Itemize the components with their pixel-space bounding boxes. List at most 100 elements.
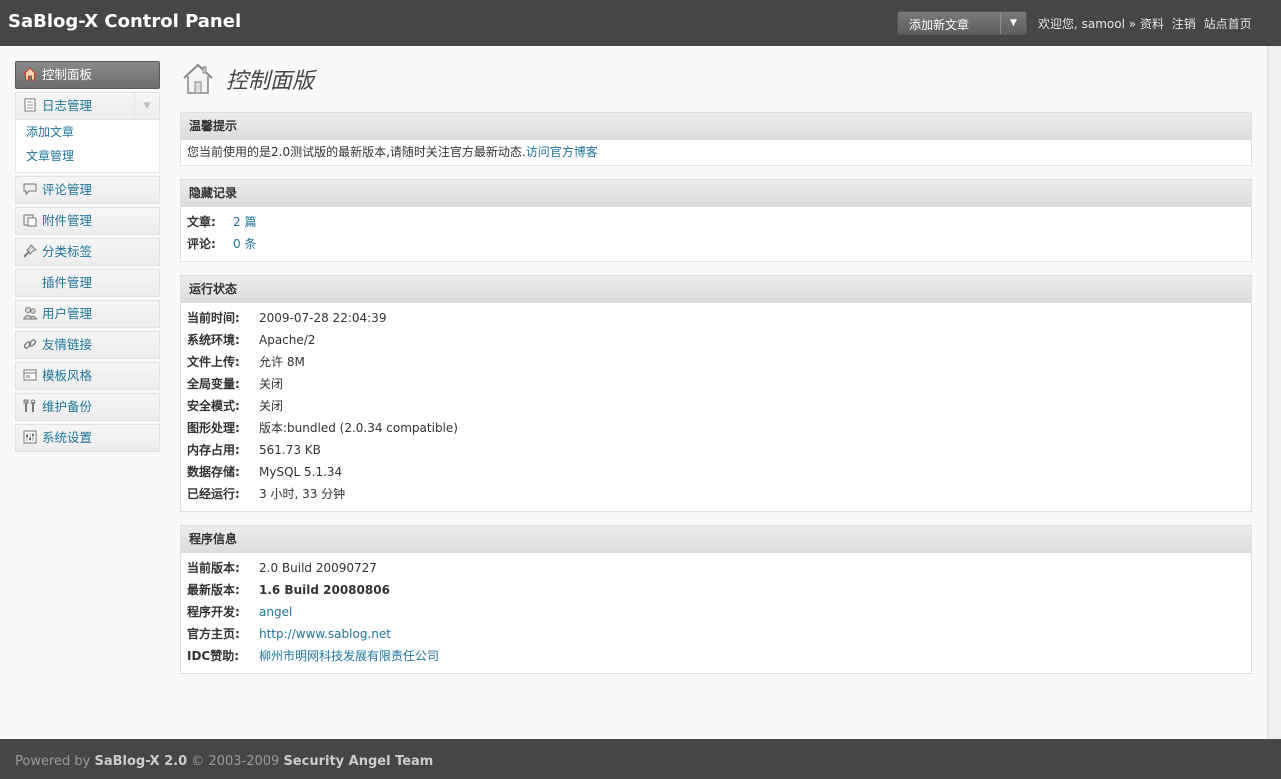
field-value: Apache/2: [259, 333, 316, 347]
logout-link[interactable]: 注销: [1172, 17, 1196, 31]
list-item: 安全模式: 关闭: [187, 395, 1245, 417]
header-bar: SaBlog-X Control Panel 添加新文章 ▼ 欢迎您, samo…: [0, 0, 1281, 46]
sidebar-item-categories[interactable]: 分类标签: [15, 238, 160, 266]
list-item: 数据存储: MySQL 5.1.34: [187, 461, 1245, 483]
developer-link[interactable]: angel: [259, 605, 292, 619]
program-info-body: 当前版本: 2.0 Build 20090727 最新版本: 1.6 Build 2…: [181, 553, 1251, 673]
field-value: 3 小时, 33 分钟: [259, 487, 346, 501]
runtime-status-panel: 运行状态 当前时间: 2009-07-28 22:04:39 系统环境: Apach…: [180, 275, 1252, 512]
site-home-link[interactable]: 站点首页: [1204, 17, 1252, 31]
settings-icon: [22, 428, 38, 444]
homepage-link[interactable]: http://www.sablog.net: [259, 627, 391, 641]
list-item: 内存占用: 561.73 KB: [187, 439, 1245, 461]
footer: Powered by SaBlog-X 2.0 © 2003-2009 Secu…: [0, 739, 1281, 779]
notice-panel: 温馨提示 您当前使用的是2.0测试版的最新版本,请随时关注官方最新动态.访问官方…: [180, 112, 1252, 166]
field-label: IDC赞助:: [187, 649, 240, 663]
sidebar-item-label: 系统设置: [42, 430, 93, 445]
attachment-icon: [22, 211, 38, 227]
sidebar-item-label: 维护备份: [42, 399, 93, 414]
notice-body: 您当前使用的是2.0测试版的最新版本,请随时关注官方最新动态.访问官方博客: [181, 140, 1251, 165]
posts-submenu: 添加文章 文章管理: [15, 120, 160, 173]
panel-title: 运行状态: [181, 276, 1251, 303]
pin-icon: [22, 242, 38, 258]
link-icon: [22, 335, 38, 351]
quick-action-button[interactable]: 添加新文章: [909, 16, 969, 33]
list-item: 文件上传: 允许 8M: [187, 351, 1245, 373]
hidden-records-panel: 隐藏记录 文章: 2 篇 评论: 0 条: [180, 179, 1252, 262]
list-item: 全局变量: 关闭: [187, 373, 1245, 395]
field-label: 安全模式:: [187, 399, 240, 413]
field-label: 图形处理:: [187, 421, 240, 435]
vertical-scrollbar[interactable]: [1267, 46, 1281, 739]
sidebar-item-posts[interactable]: 日志管理 ▼: [15, 92, 160, 120]
sidebar-item-label: 模板风格: [42, 368, 93, 383]
field-label: 当前时间:: [187, 311, 240, 325]
sidebar-item-label: 控制面板: [42, 67, 93, 82]
field-value: 561.73 KB: [259, 443, 321, 457]
sidebar-item-label: 用户管理: [42, 306, 93, 321]
posts-icon: [22, 96, 38, 112]
sidebar-item-users[interactable]: 用户管理: [15, 300, 160, 328]
field-value: 关闭: [259, 399, 284, 413]
field-label: 程序开发:: [187, 605, 240, 619]
list-item: 最新版本: 1.6 Build 20080806: [187, 579, 1245, 601]
program-info-panel: 程序信息 当前版本: 2.0 Build 20090727 最新版本: 1.6 Bu…: [180, 525, 1252, 674]
submenu-add-post[interactable]: 添加文章: [16, 122, 159, 146]
footer-team: Security Angel Team: [283, 754, 434, 769]
field-label: 内存占用:: [187, 443, 240, 457]
list-item: 已经运行: 3 小时, 33 分钟: [187, 483, 1245, 505]
page-title: 控制面版: [226, 69, 315, 94]
sidebar-item-templates[interactable]: 模板风格: [15, 362, 160, 390]
sidebar-item-plugins[interactable]: 插件管理: [15, 269, 160, 297]
house-icon: [180, 61, 216, 97]
users-icon: [22, 304, 38, 320]
app-title: SaBlog-X Control Panel: [8, 11, 242, 32]
sidebar-item-comments[interactable]: 评论管理: [15, 176, 160, 204]
tools-icon: [22, 397, 38, 413]
home-icon: [22, 65, 38, 81]
field-label: 已经运行:: [187, 487, 240, 501]
sidebar-item-maintenance[interactable]: 维护备份: [15, 393, 160, 421]
field-value: 1.6 Build 20080806: [259, 583, 390, 597]
sidebar-item-label: 附件管理: [42, 213, 93, 228]
comments-count-link[interactable]: 0 条: [233, 237, 256, 251]
hidden-records-body: 文章: 2 篇 评论: 0 条: [181, 207, 1251, 261]
sponsor-link[interactable]: 柳州市明网科技发展有限责任公司: [259, 649, 439, 663]
field-value: 版本:bundled (2.0.34 compatible): [259, 421, 458, 435]
profile-link[interactable]: 资料: [1140, 17, 1164, 31]
sidebar-item-links[interactable]: 友情链接: [15, 331, 160, 359]
comment-icon: [22, 180, 38, 196]
sidebar-item-dashboard[interactable]: 控制面板: [15, 61, 160, 89]
panel-title: 隐藏记录: [181, 180, 1251, 207]
sidebar: 控制面板 日志管理 ▼ 添加文章 文章管理 评论管理 附件管理 分类标签 插件管…: [15, 61, 160, 452]
official-blog-link[interactable]: 访问官方博客: [526, 145, 598, 159]
list-item: 文章: 2 篇: [187, 211, 1245, 233]
list-item: IDC赞助: 柳州市明网科技发展有限责任公司: [187, 645, 1245, 667]
page-header: 控制面版: [180, 61, 1252, 99]
notice-text: 您当前使用的是2.0测试版的最新版本,请随时关注官方最新动态.: [187, 145, 526, 159]
sidebar-item-label: 插件管理: [42, 275, 93, 290]
field-value: 允许 8M: [259, 355, 305, 369]
chevron-down-icon[interactable]: ▼: [1000, 12, 1026, 34]
field-value: 2009-07-28 22:04:39: [259, 311, 387, 325]
sidebar-item-label: 分类标签: [42, 244, 93, 259]
field-value: 2.0 Build 20090727: [259, 561, 377, 575]
field-label: 官方主页:: [187, 627, 240, 641]
submenu-manage-posts[interactable]: 文章管理: [16, 146, 159, 170]
field-label: 数据存储:: [187, 465, 240, 479]
posts-count-link[interactable]: 2 篇: [233, 215, 256, 229]
field-label: 评论:: [187, 237, 216, 251]
field-label: 最新版本:: [187, 583, 240, 597]
field-label: 全局变量:: [187, 377, 240, 391]
field-label: 当前版本:: [187, 561, 240, 575]
welcome-text: 欢迎您, samool »: [1038, 17, 1137, 31]
panel-title: 程序信息: [181, 526, 1251, 553]
sidebar-item-label: 友情链接: [42, 337, 93, 352]
list-item: 程序开发: angel: [187, 601, 1245, 623]
footer-powered: Powered by: [15, 754, 91, 769]
chevron-down-icon[interactable]: ▼: [134, 93, 159, 119]
sidebar-item-attachments[interactable]: 附件管理: [15, 207, 160, 235]
field-label: 文章:: [187, 215, 216, 229]
quick-action-dropdown[interactable]: 添加新文章 ▼: [897, 11, 1027, 35]
sidebar-item-settings[interactable]: 系统设置: [15, 424, 160, 452]
